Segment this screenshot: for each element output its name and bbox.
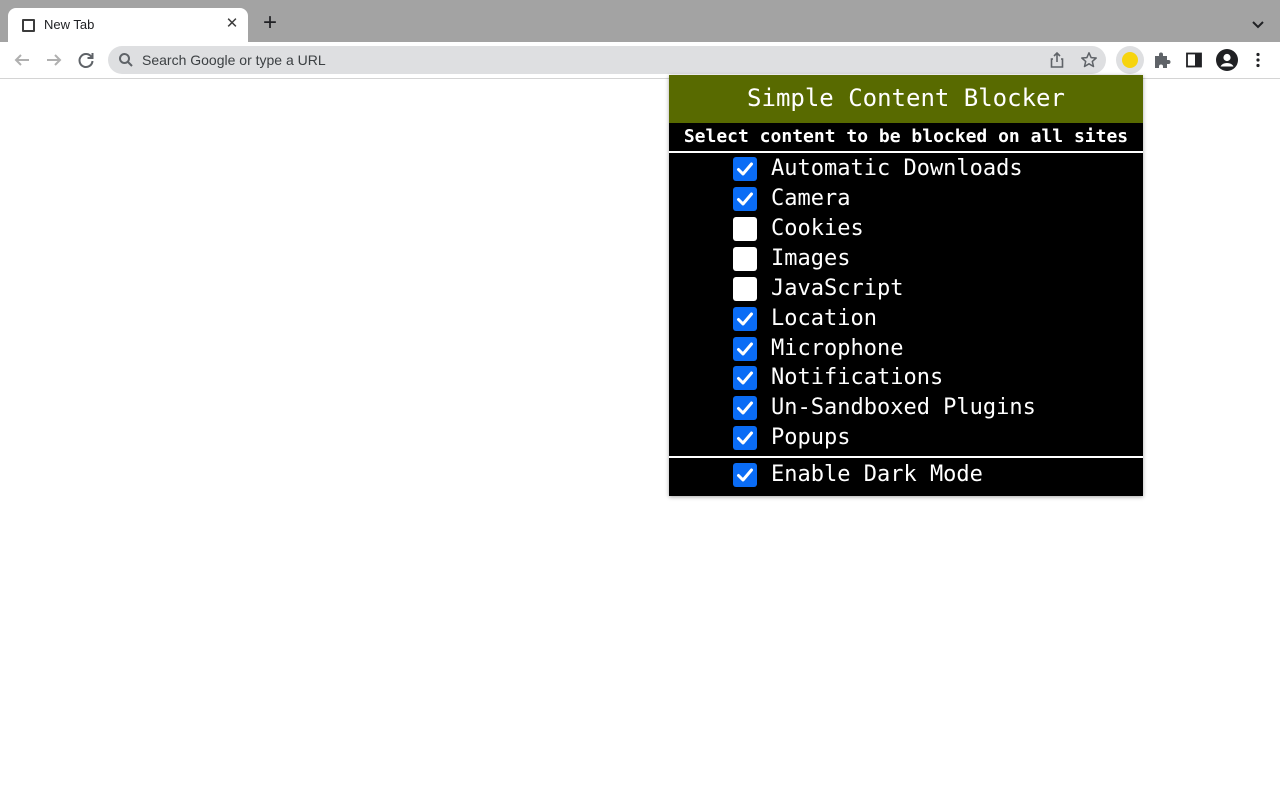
option-dark-mode[interactable]: Enable Dark Mode [733,460,1133,490]
automatic-downloads-checkbox[interactable] [733,157,757,181]
option-automatic-downloads[interactable]: Automatic Downloads [733,154,1133,184]
page-icon [22,19,35,32]
option-label: Enable Dark Mode [771,462,983,487]
option-label: Camera [771,186,851,211]
option-unsandboxed-plugins[interactable]: Un-Sandboxed Plugins [733,393,1133,423]
side-panel-icon[interactable] [1184,50,1204,70]
popup-subtitle: Select content to be blocked on all site… [683,126,1129,147]
divider [669,151,1143,153]
option-camera[interactable]: Camera [733,184,1133,214]
tab-title: New Tab [44,17,95,32]
search-icon [118,52,134,68]
location-checkbox[interactable] [733,307,757,331]
cookies-checkbox[interactable] [733,217,757,241]
option-label: Un-Sandboxed Plugins [771,395,1036,420]
toolbar: Search Google or type a URL [0,42,1280,79]
option-location[interactable]: Location [733,304,1133,334]
forward-icon[interactable] [42,48,66,72]
option-images[interactable]: Images [733,244,1133,274]
option-label: Location [771,306,877,331]
dark-mode-checkbox[interactable] [733,463,757,487]
popups-checkbox[interactable] [733,426,757,450]
bookmark-star-icon[interactable] [1080,51,1098,69]
new-tab-button[interactable]: + [258,11,282,36]
smiley-icon [1122,52,1138,68]
javascript-checkbox[interactable] [733,277,757,301]
back-icon[interactable] [10,48,34,72]
microphone-checkbox[interactable] [733,337,757,361]
omnibox[interactable]: Search Google or type a URL [108,46,1106,74]
images-checkbox[interactable] [733,247,757,271]
content-blocker-popup: Simple Content Blocker Select content to… [669,75,1143,496]
more-menu-icon[interactable] [1248,50,1268,70]
tab-new-tab[interactable]: New Tab ✕ [8,8,248,42]
option-label: Automatic Downloads [771,156,1023,181]
option-label: Microphone [771,336,904,361]
option-label: Notifications [771,365,944,390]
unsandboxed-plugins-checkbox[interactable] [733,396,757,420]
option-label: Cookies [771,216,864,241]
divider [669,456,1143,458]
option-notifications[interactable]: Notifications [733,363,1133,393]
share-icon[interactable] [1048,51,1066,69]
option-microphone[interactable]: Microphone [733,334,1133,364]
option-label: Images [771,246,851,271]
option-label: JavaScript [771,276,904,301]
reload-icon[interactable] [74,48,98,72]
camera-checkbox[interactable] [733,187,757,211]
omnibox-placeholder: Search Google or type a URL [142,52,326,68]
option-cookies[interactable]: Cookies [733,214,1133,244]
tab-strip: New Tab ✕ + [0,0,1280,42]
extensions-puzzle-icon[interactable] [1152,50,1172,70]
content-blocker-extension-button[interactable] [1116,46,1144,74]
option-javascript[interactable]: JavaScript [733,274,1133,304]
option-label: Popups [771,425,851,450]
profile-avatar-icon[interactable] [1215,48,1239,72]
notifications-checkbox[interactable] [733,366,757,390]
popup-title: Simple Content Blocker [669,75,1143,123]
option-popups[interactable]: Popups [733,423,1133,453]
close-tab-icon[interactable]: ✕ [222,14,242,34]
chevron-down-icon[interactable] [1246,12,1270,36]
